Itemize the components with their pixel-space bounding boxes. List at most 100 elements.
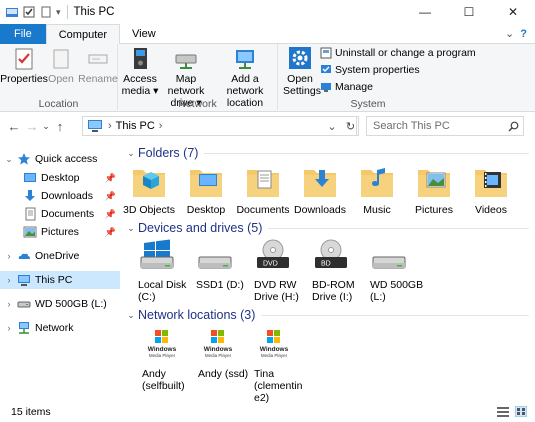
properties-button[interactable]: Properties [0,46,48,85]
folder-icon-box [300,164,340,202]
sidebar-item-documents[interactable]: Documents 📌 [0,205,120,223]
open-settings-button[interactable]: Open Settings [282,46,321,97]
folders-section-header[interactable]: ⌄ Folders (7) [124,144,529,162]
up-arrow-icon[interactable]: ↑ [51,119,69,134]
expand-chevron-icon[interactable]: › [3,275,15,285]
network-location-item[interactable]: Windows Media Player Andy (selfbuilt) [142,328,202,392]
back-arrow-icon[interactable]: ← [5,119,23,134]
collapse-chevron-icon[interactable]: ⌄ [124,223,138,234]
folder-label: 3D Objects [123,204,175,216]
breadcrumb-chevron-icon[interactable]: › [159,120,163,132]
address-bar[interactable]: › This PC › ⌄ [82,116,357,136]
drive-label-line2: (L:) [370,291,386,303]
location-group: Properties Open Rename Location [0,44,118,112]
sidebar-item-wd-500gb[interactable]: › WD 500GB (L:) [0,295,120,313]
properties-check-icon[interactable] [22,5,36,19]
collapse-chevron-icon[interactable]: ⌄ [3,154,15,165]
details-view-icon[interactable] [497,406,509,417]
uninstall-program-button[interactable]: Uninstall or change a program [320,47,476,59]
svg-text:Media Player: Media Player [261,353,288,358]
collapse-chevron-icon[interactable]: ⌄ [124,310,138,321]
search-input[interactable]: Search This PC [373,120,450,132]
close-button[interactable]: ✕ [491,0,535,24]
drive-item-wd-500gb-l[interactable]: WD 500GB (L:) [370,239,430,303]
folder-downloads-icon [304,170,336,197]
address-path[interactable]: This PC [116,120,155,132]
drive-item-bd-rom-i[interactable]: BD BD-ROM Drive (I:) [312,239,372,303]
recent-locations-chevron-icon[interactable]: ⌄ [41,121,51,132]
open-button[interactable]: Open [46,46,76,85]
sidebar-item-this-pc[interactable]: › This PC [0,271,120,289]
section-title: Folders (7) [138,146,199,160]
folder-item-videos[interactable]: Videos [461,164,521,216]
folder-item-music[interactable]: Music [347,164,407,216]
desktop-icon [24,173,36,182]
map-network-drive-icon [175,54,197,69]
windows-media-player-icon: WindowsMedia Player [148,330,177,358]
rename-label: Rename [78,73,118,85]
network-location-item[interactable]: Windows Media Player Tina (clementin e2) [254,328,314,404]
tab-file[interactable]: File [0,24,46,44]
minimize-button[interactable]: — [403,0,447,24]
explorer-icon[interactable] [5,5,19,19]
drives-section-header[interactable]: ⌄ Devices and drives (5) [124,219,529,237]
sidebar-item-downloads[interactable]: Downloads 📌 [0,187,120,205]
sidebar-item-quick-access[interactable]: ⌄ Quick access [0,150,120,168]
drive-icon-box [370,239,410,277]
system-properties-button[interactable]: System properties [320,64,420,76]
sidebar-item-desktop[interactable]: Desktop 📌 [0,169,120,187]
open-settings-label: Open Settings [283,73,321,97]
drive-label-line2: Drive (H:) [254,291,299,303]
expand-chevron-icon[interactable]: › [3,299,15,309]
refresh-button[interactable]: ↻ [343,116,359,136]
windows-media-player-icon: WindowsMedia Player [204,330,233,358]
drive-item-local-disk-c[interactable]: Local Disk (C:) [138,239,198,303]
folder-item-desktop[interactable]: Desktop [176,164,236,216]
folder-item-downloads[interactable]: Downloads [290,164,350,216]
properties-icon [15,48,33,70]
title-bar: ▾ This PC — ☐ ✕ [0,0,535,24]
network-location-item[interactable]: Windows Media Player Andy (ssd) [198,328,258,380]
tab-computer[interactable]: Computer [45,24,121,45]
folder-icon-box [186,164,226,202]
sidebar-item-network[interactable]: › Network [0,319,120,337]
rename-icon [88,54,108,64]
drive-item-ssd1-d[interactable]: SSD1 (D:) [196,239,256,291]
maximize-button[interactable]: ☐ [447,0,491,24]
title-separator [66,5,68,19]
folder-documents-icon [247,170,279,197]
forward-arrow-icon[interactable]: → [23,119,41,134]
access-media-button[interactable]: Access media ▾ [122,46,158,97]
folder-item-pictures[interactable]: Pictures [404,164,464,216]
drive-item-dvd-rw-h[interactable]: DVD DVD RW Drive (H:) [254,239,314,303]
address-separator: › [108,120,112,132]
drive-label-line1: SSD1 (D:) [196,279,244,291]
tab-view[interactable]: View [120,24,168,44]
manage-button[interactable]: Manage [320,81,373,93]
folder-item-3d-objects[interactable]: 3D Objects [119,164,179,216]
access-media-label: Access media ▾ [121,73,159,97]
sidebar-item-label: Network [35,322,74,334]
folder-icon-box [243,164,283,202]
system-group-label: System [350,98,386,110]
large-icons-view-icon[interactable] [515,406,527,417]
collapse-ribbon-icon[interactable]: ⌄ [505,27,514,40]
customize-qat-icon[interactable]: ▾ [56,7,61,18]
pin-icon: 📌 [104,226,116,237]
network-section-header[interactable]: ⌄ Network locations (3) [124,306,529,324]
sidebar-item-label: OneDrive [35,250,80,262]
help-icon[interactable]: ? [520,28,527,40]
rename-button[interactable]: Rename [78,46,118,85]
network-location-label: Andy (ssd) [198,368,249,380]
folder-label: Downloads [294,204,346,216]
sidebar-item-pictures[interactable]: Pictures 📌 [0,223,120,241]
search-box[interactable]: Search This PC [366,116,524,136]
folder-item-documents[interactable]: Documents [233,164,293,216]
sidebar-item-onedrive[interactable]: › OneDrive [0,247,120,265]
section-title: Devices and drives (5) [138,221,263,235]
new-folder-icon[interactable] [39,5,53,19]
collapse-chevron-icon[interactable]: ⌄ [124,148,138,159]
expand-chevron-icon[interactable]: › [3,323,15,333]
address-dropdown-icon[interactable]: ⌄ [324,120,340,133]
expand-chevron-icon[interactable]: › [3,251,15,261]
